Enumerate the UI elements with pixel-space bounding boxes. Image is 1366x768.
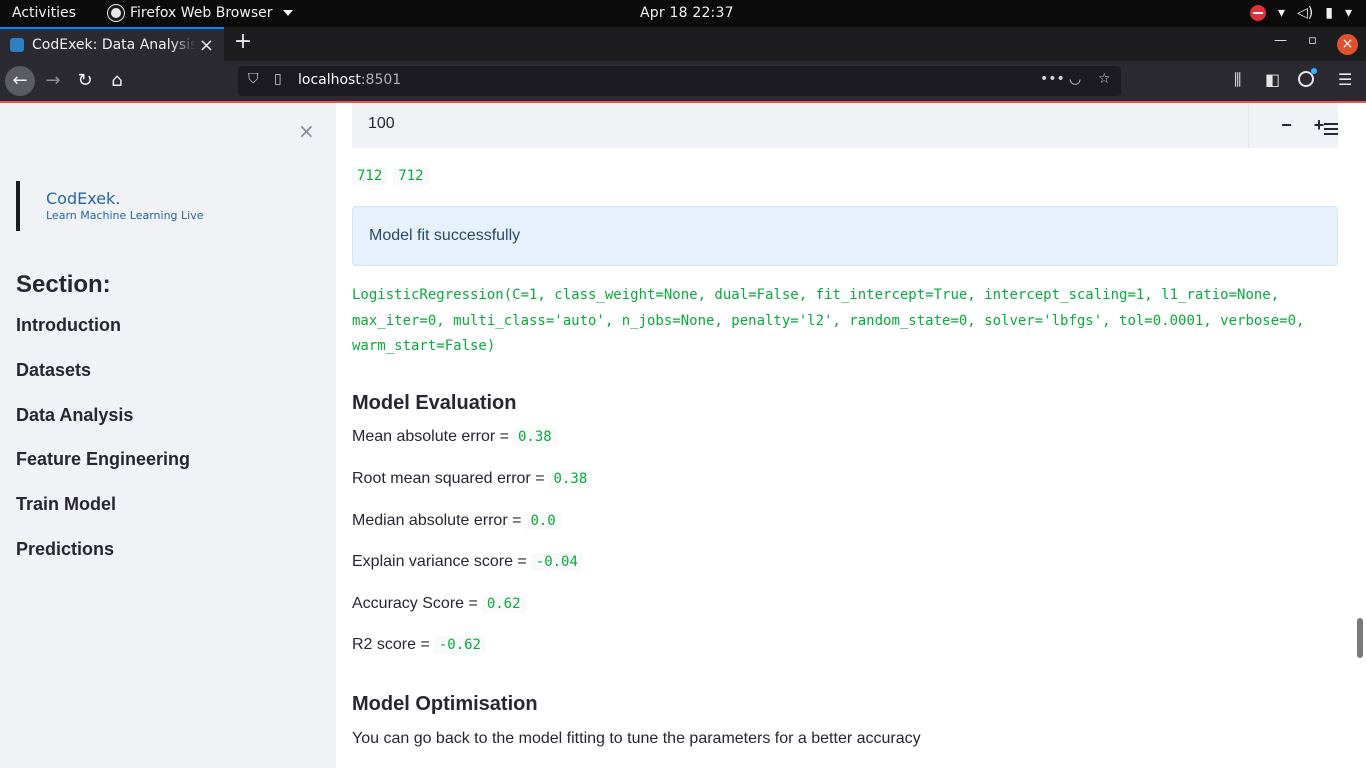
tracking-protection-icon[interactable]: ⛉ xyxy=(248,71,259,87)
power-menu-icon: ▾ xyxy=(1344,5,1352,21)
brand-tagline: Learn Machine Learning Live xyxy=(46,209,204,222)
account-icon[interactable] xyxy=(1298,68,1317,87)
forward-button[interactable]: → xyxy=(38,66,68,96)
collapse-sidebar-icon[interactable]: × xyxy=(298,119,315,143)
metric-accuracy: Accuracy Score = 0.62 xyxy=(352,595,526,613)
page-info-icon[interactable]: ▯ xyxy=(274,71,282,87)
metric-r2: R2 score = -0.62 xyxy=(352,636,486,654)
metric-value: 0.0 xyxy=(525,512,561,530)
sidebar-item-feature-engineering[interactable]: Feature Engineering xyxy=(16,449,190,494)
count-value: 712 xyxy=(393,167,429,185)
url-bar[interactable]: ⛉ ▯ localhost:8501 ••• ◡ ☆ xyxy=(238,66,1121,96)
metric-value: 0.38 xyxy=(512,428,557,446)
do-not-disturb-icon xyxy=(1249,5,1266,21)
metric-label: Root mean squared error = xyxy=(352,470,545,487)
stepper-divider xyxy=(1248,103,1249,148)
decrement-button[interactable]: − xyxy=(1264,103,1309,148)
volume-icon: ◁) xyxy=(1297,5,1314,21)
main-menu-icon[interactable] xyxy=(1324,123,1338,135)
metric-label: Accuracy Score = xyxy=(352,595,478,612)
section-nav: Introduction Datasets Data Analysis Feat… xyxy=(16,315,190,584)
favicon-icon xyxy=(10,38,24,52)
metric-mae: Mean absolute error = 0.38 xyxy=(352,428,557,446)
system-top-bar: Activities Firefox Web Browser Apr 18 22… xyxy=(0,0,1366,27)
pocket-icon[interactable]: ◡ xyxy=(1069,71,1081,87)
tab-strip: CodExek: Data Analysis a × + — ▫ xyxy=(0,27,1366,61)
count-value: 712 xyxy=(352,167,388,185)
active-tab[interactable]: CodExek: Data Analysis a × xyxy=(0,27,224,61)
brand-name: CodExek. xyxy=(46,189,121,208)
sidebar-item-introduction[interactable]: Introduction xyxy=(16,315,190,360)
tab-title: CodExek: Data Analysis a xyxy=(32,37,196,53)
wifi-icon: ▾ xyxy=(1277,5,1286,21)
maximize-window-icon[interactable]: ▫ xyxy=(1308,33,1317,48)
bookmark-star-icon[interactable]: ☆ xyxy=(1098,71,1111,87)
metric-explained-variance: Explain variance score = -0.04 xyxy=(352,553,583,571)
number-input[interactable]: 100 − + xyxy=(352,103,1338,148)
app-menu-label: Firefox Web Browser xyxy=(130,5,273,21)
app-menu-hamburger-icon[interactable]: ☰ xyxy=(1338,70,1352,89)
sidebar-item-data-analysis[interactable]: Data Analysis xyxy=(16,405,190,450)
url-text[interactable]: localhost:8501 xyxy=(298,72,401,88)
evaluation-heading: Model Evaluation xyxy=(352,392,517,414)
clock[interactable]: Apr 18 22:37 xyxy=(640,5,734,21)
metric-value: -0.62 xyxy=(433,636,486,654)
metric-label: Explain variance score = xyxy=(352,553,527,570)
metric-label: R2 score = xyxy=(352,636,430,653)
dropdown-arrow-icon xyxy=(282,10,293,16)
battery-icon: ▮ xyxy=(1325,5,1333,21)
close-tab-icon[interactable]: × xyxy=(199,35,214,56)
back-button[interactable]: ← xyxy=(5,66,35,96)
metric-value: 0.62 xyxy=(481,595,526,613)
metric-rmse: Root mean squared error = 0.38 xyxy=(352,470,593,488)
metric-label: Median absolute error = xyxy=(352,512,522,529)
sidebar: × CodExek. Learn Machine Learning Live S… xyxy=(0,103,336,768)
model-repr: LogisticRegression(C=1, class_weight=Non… xyxy=(352,287,1305,354)
main-content: 100 − + 712 712 Model fit successfully L… xyxy=(336,103,1354,768)
scrollbar-thumb[interactable] xyxy=(1357,618,1363,658)
page-scrollbar[interactable] xyxy=(1354,103,1366,768)
sidebar-toggle-icon[interactable]: ◧ xyxy=(1265,70,1280,89)
home-button[interactable]: ⌂ xyxy=(102,66,132,96)
library-icon[interactable]: ⫼ xyxy=(1234,70,1241,90)
metric-label: Mean absolute error = xyxy=(352,428,509,445)
metric-median-ae: Median absolute error = 0.0 xyxy=(352,512,561,530)
success-alert: Model fit successfully xyxy=(352,206,1338,266)
navigation-toolbar: ← → ↻ ⌂ ⛉ ▯ localhost:8501 ••• ◡ ☆ ⫼ ◧ ☰ xyxy=(0,61,1366,101)
section-heading: Section: xyxy=(16,271,111,298)
optimisation-heading: Model Optimisation xyxy=(352,693,538,715)
metric-value: 0.38 xyxy=(548,470,593,488)
number-input-value[interactable]: 100 xyxy=(368,115,395,133)
page-actions-icon[interactable]: ••• xyxy=(1040,71,1065,87)
activities-button[interactable]: Activities xyxy=(12,5,76,21)
minimize-window-icon[interactable]: — xyxy=(1274,33,1287,48)
reload-button[interactable]: ↻ xyxy=(70,66,100,96)
metric-value: -0.04 xyxy=(530,553,583,571)
sidebar-item-predictions[interactable]: Predictions xyxy=(16,539,190,584)
optimisation-text: You can go back to the model fitting to … xyxy=(352,730,921,747)
sidebar-item-datasets[interactable]: Datasets xyxy=(16,360,190,405)
close-window-button[interactable]: × xyxy=(1337,34,1358,55)
firefox-icon xyxy=(108,5,124,21)
sample-counts: 712 712 xyxy=(352,167,429,185)
sidebar-item-train-model[interactable]: Train Model xyxy=(16,494,190,539)
brand-logo: CodExek. Learn Machine Learning Live xyxy=(16,181,204,231)
system-tray[interactable]: ▾ ◁) ▮ ▾ xyxy=(1249,4,1352,22)
app-menu[interactable]: Firefox Web Browser xyxy=(108,5,293,21)
new-tab-button[interactable]: + xyxy=(230,29,256,54)
